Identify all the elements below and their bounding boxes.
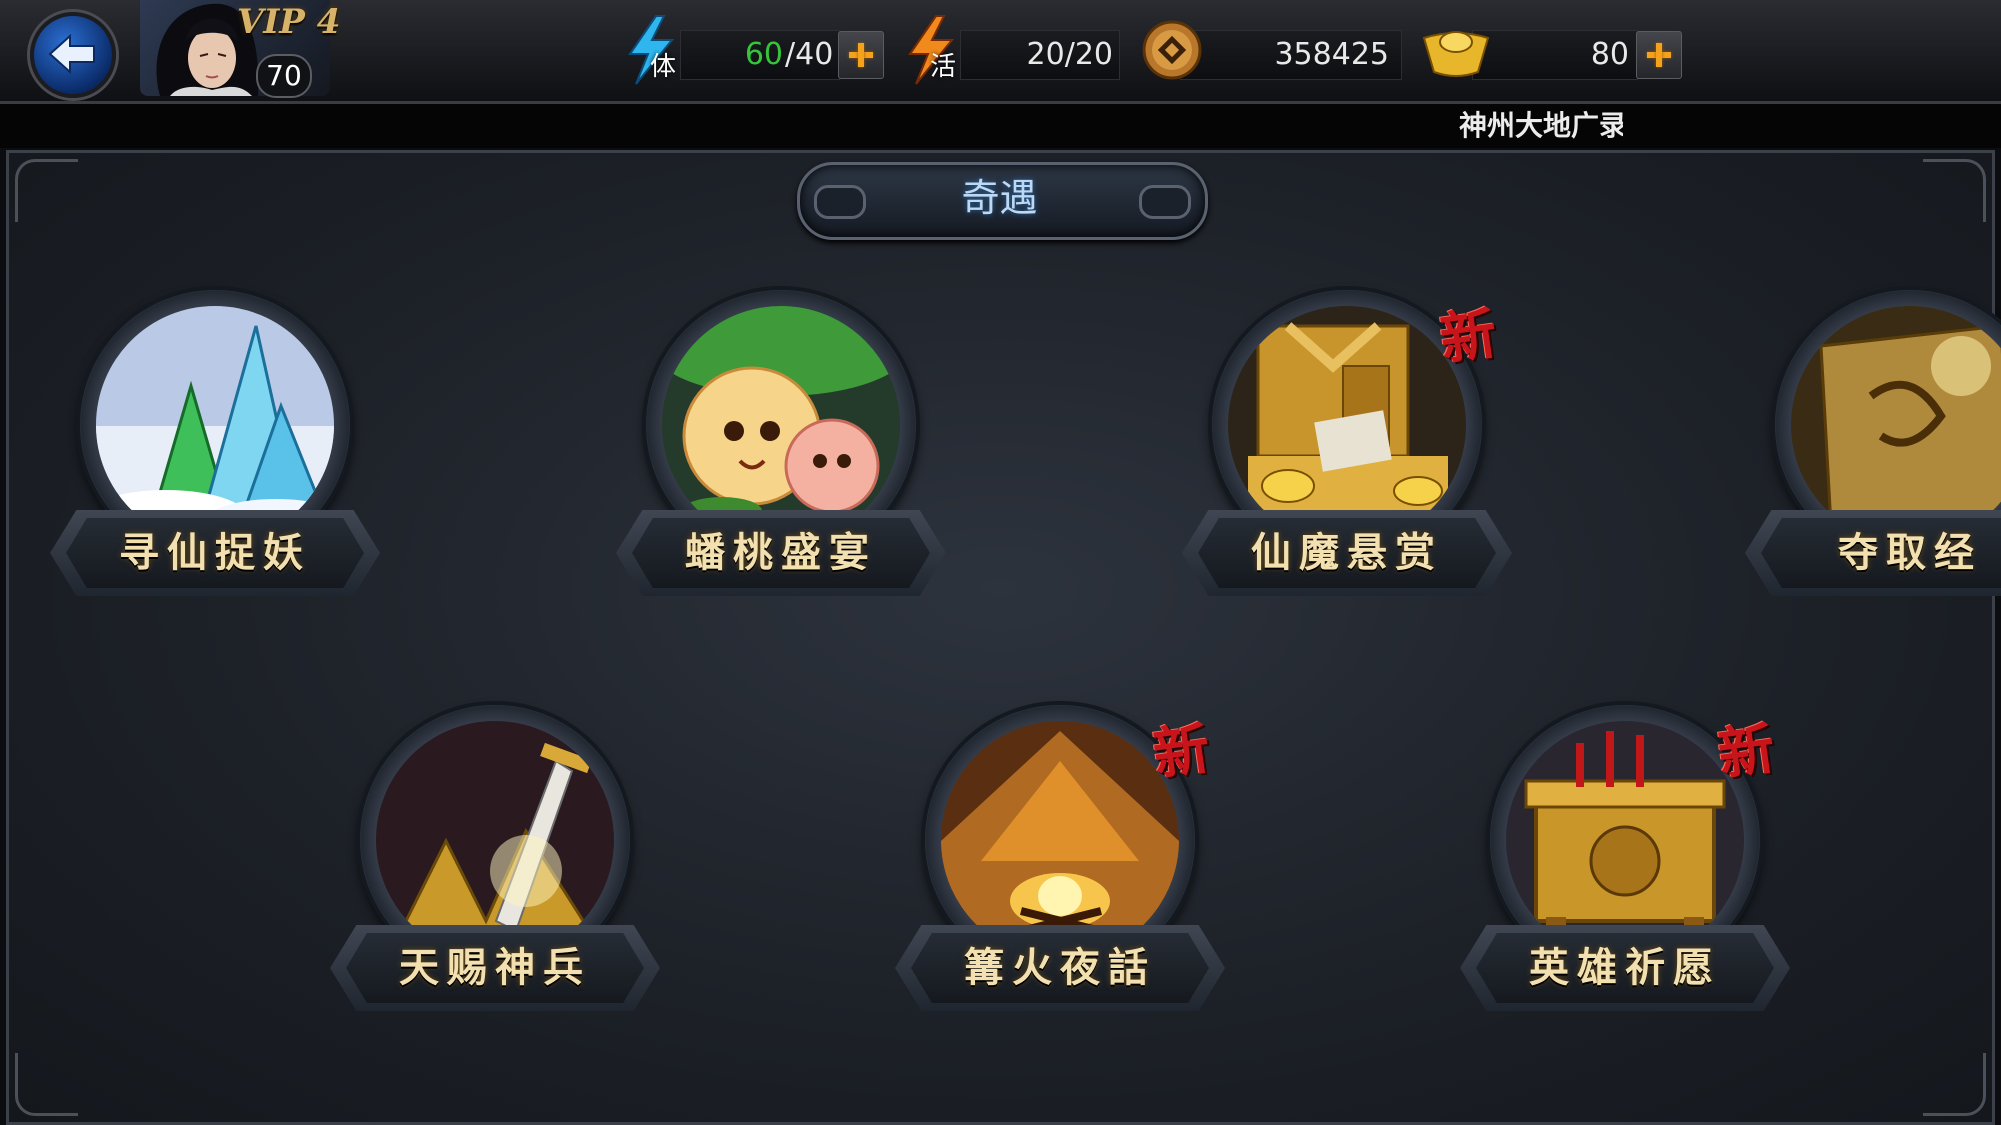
incense-cauldron-icon bbox=[1506, 721, 1744, 959]
adventure-label: 英雄祈愿 bbox=[1529, 944, 1721, 991]
panel-corner-ornament bbox=[1923, 1053, 1986, 1116]
page-title: 奇遇 bbox=[961, 176, 1038, 220]
copper-coin-icon bbox=[1142, 20, 1202, 80]
adventure-yingxiong-qiyuan[interactable]: 英雄祈愿 新 bbox=[1460, 685, 1790, 1045]
new-badge: 新 bbox=[1436, 300, 1501, 374]
announcement-bar bbox=[0, 104, 2001, 148]
adventure-tianci-shenbing[interactable]: 天赐神兵 bbox=[330, 685, 660, 1045]
vitality-value: 20/20 bbox=[1026, 37, 1113, 72]
bounty-treasure-icon bbox=[1228, 306, 1466, 544]
stamina-current: 60 bbox=[744, 37, 783, 72]
add-stamina-button[interactable] bbox=[838, 31, 884, 79]
adventure-label: 仙魔悬赏 bbox=[1251, 529, 1443, 576]
panel-corner-ornament bbox=[15, 159, 78, 222]
vip-label: VIP 4 bbox=[237, 2, 341, 42]
gold-value: 80 bbox=[1590, 37, 1629, 72]
adventure-duoqu-jing[interactable]: 夺取经 bbox=[1745, 270, 2001, 630]
gold-ingot-icon bbox=[1422, 31, 1490, 77]
coins-bar: 358425 bbox=[1180, 30, 1402, 80]
vitality-icon-label: 活 bbox=[930, 52, 957, 82]
back-arrow-icon bbox=[48, 33, 95, 75]
adventure-gouhuo-yehua[interactable]: 篝火夜話 新 bbox=[895, 685, 1225, 1045]
stamina-max: /40 bbox=[785, 37, 834, 72]
stamina-icon-label: 体 bbox=[650, 52, 677, 82]
announcement-text: 神州大地广录 bbox=[1459, 109, 1623, 142]
adventure-label: 夺取经 bbox=[1838, 529, 1982, 576]
add-gold-button[interactable] bbox=[1636, 31, 1682, 79]
gold-bar: 80 bbox=[1472, 30, 1638, 80]
campfire-tent-icon bbox=[941, 721, 1179, 959]
adventure-label: 天赐神兵 bbox=[399, 944, 591, 991]
new-badge: 新 bbox=[1714, 715, 1779, 789]
stamina-bar: 60 /40 bbox=[680, 30, 840, 80]
peach-feast-icon bbox=[662, 306, 900, 544]
new-badge: 新 bbox=[1149, 715, 1214, 789]
adventure-pantao-shengyan[interactable]: 蟠桃盛宴 bbox=[616, 270, 946, 630]
divine-sword-icon bbox=[376, 721, 614, 959]
player-level-badge: 70 bbox=[256, 54, 312, 98]
panel-corner-ornament bbox=[1923, 159, 1986, 222]
vitality-bar: 20/20 bbox=[960, 30, 1120, 80]
adventure-label: 蟠桃盛宴 bbox=[685, 529, 877, 576]
adventure-label: 篝火夜話 bbox=[964, 944, 1156, 991]
adventure-xianmo-xuanshang[interactable]: 仙魔悬赏 新 bbox=[1182, 270, 1512, 630]
adventure-label: 寻仙捉妖 bbox=[119, 529, 311, 576]
coins-value: 358425 bbox=[1274, 37, 1389, 72]
top-bar: VIP 4 70 体 60 /40 活 20/20 358425 80 bbox=[0, 0, 2001, 104]
adventure-xunxian-zhuoyao[interactable]: 寻仙捉妖 bbox=[50, 270, 380, 630]
back-button[interactable] bbox=[30, 12, 116, 98]
ancient-scroll-icon bbox=[1791, 306, 2001, 544]
panel-corner-ornament bbox=[15, 1053, 78, 1116]
crystal-mountain-icon bbox=[96, 306, 334, 544]
